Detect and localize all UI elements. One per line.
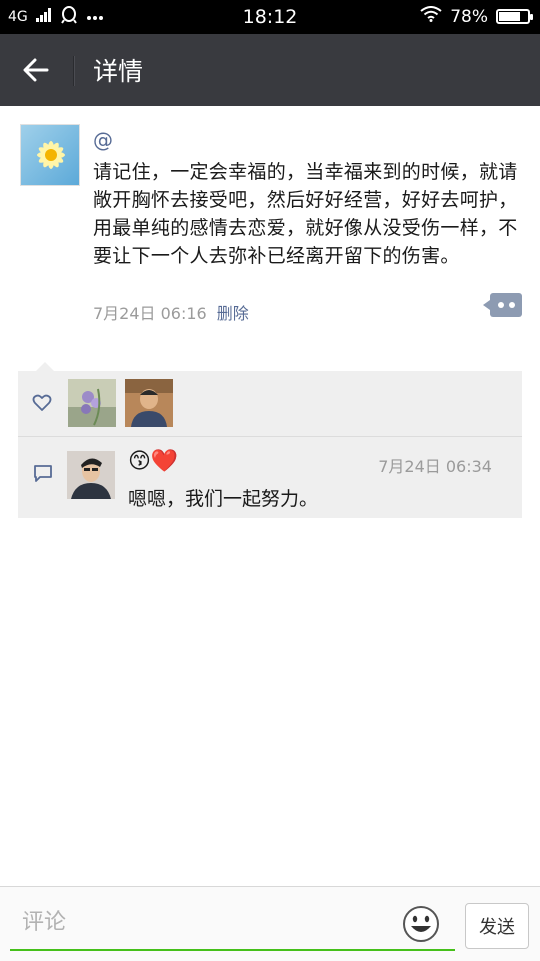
dot-icon bbox=[497, 302, 504, 308]
back-arrow-icon bbox=[23, 58, 49, 82]
dot-icon bbox=[508, 302, 515, 308]
like-avatar-1[interactable] bbox=[68, 379, 116, 427]
purple-flower-avatar-image bbox=[68, 379, 116, 427]
page-title: 详情 bbox=[93, 57, 144, 86]
likes-row bbox=[18, 371, 522, 437]
comment-row[interactable]: 😙❤️ 7月24日 06:34 嗯嗯，我们一起努力。 bbox=[18, 437, 522, 518]
post-time: 7月24日 06:16 bbox=[93, 304, 207, 323]
comment-input[interactable] bbox=[10, 897, 404, 947]
man-selfie-avatar-image bbox=[67, 451, 115, 499]
delete-link[interactable]: 删除 bbox=[217, 300, 249, 324]
back-button[interactable] bbox=[14, 48, 58, 92]
comment-bubble-icon bbox=[34, 465, 52, 482]
comment-emoji: 😙❤️ bbox=[128, 449, 179, 474]
status-right: 78% bbox=[420, 6, 533, 27]
comment-time: 7月24日 06:34 bbox=[378, 457, 492, 476]
comment-input-wrapper bbox=[10, 897, 455, 951]
man-portrait-avatar-image bbox=[125, 379, 173, 427]
comment-input-bar: 发送 bbox=[0, 886, 540, 961]
title-divider bbox=[73, 56, 75, 86]
commenter-avatar[interactable] bbox=[67, 451, 115, 499]
send-button[interactable]: 发送 bbox=[465, 903, 529, 949]
wifi-icon bbox=[420, 6, 442, 27]
title-bar: 详情 bbox=[0, 34, 540, 106]
like-avatar-2[interactable] bbox=[125, 379, 173, 427]
daisy-avatar-image bbox=[21, 125, 79, 185]
author-avatar[interactable] bbox=[20, 124, 80, 186]
mention-text[interactable]: @ bbox=[93, 128, 113, 152]
battery-percent: 78% bbox=[450, 6, 488, 27]
heart-outline-icon bbox=[32, 394, 52, 411]
interaction-panel: 😙❤️ 7月24日 06:34 嗯嗯，我们一起努力。 bbox=[18, 362, 522, 518]
post-content: 请记住，一定会幸福的，当幸福来到的时候，就请敞开胸怀去接受吧，然后好好经营，好好… bbox=[93, 161, 518, 267]
battery-icon bbox=[496, 9, 533, 24]
comment-text: 嗯嗯，我们一起努力。 bbox=[128, 488, 319, 510]
comment-options-button[interactable] bbox=[483, 293, 522, 317]
status-bar: 4G 18:12 78% bbox=[0, 0, 540, 34]
emoji-face-icon[interactable] bbox=[402, 905, 440, 943]
post-meta: 7月24日 06:16 删除 bbox=[93, 300, 249, 324]
